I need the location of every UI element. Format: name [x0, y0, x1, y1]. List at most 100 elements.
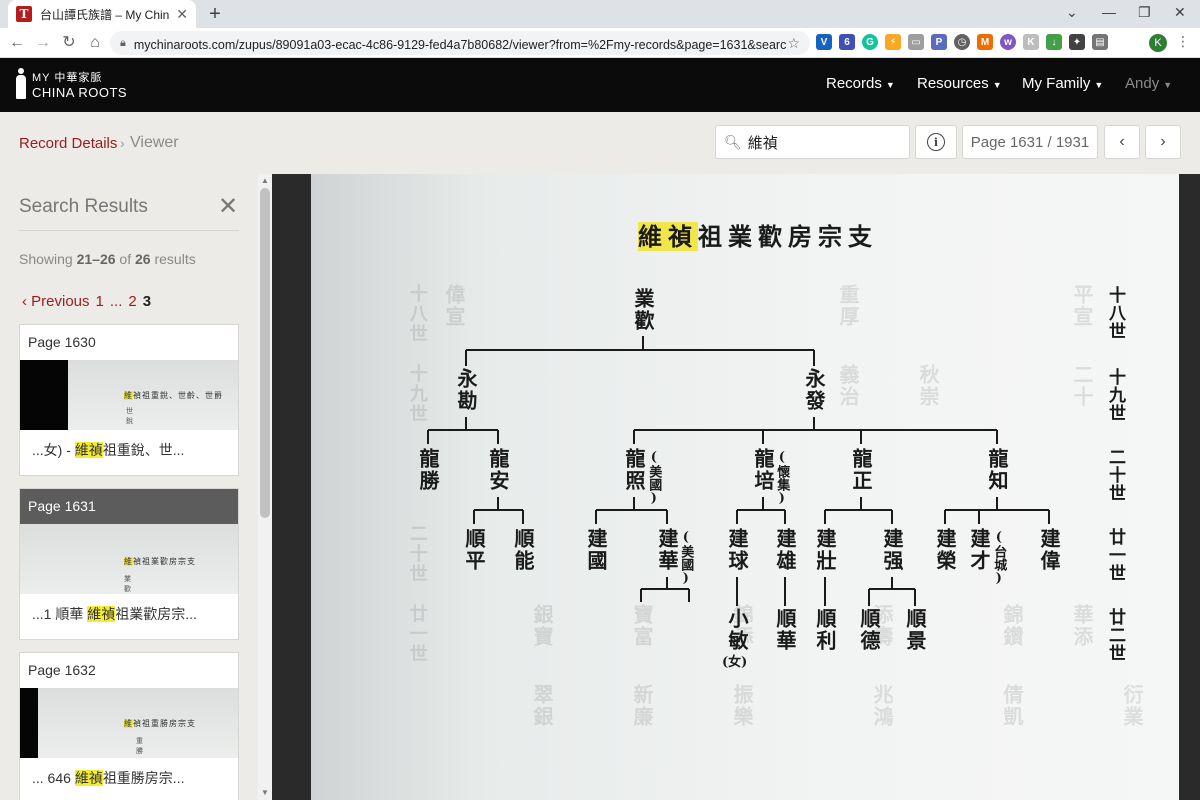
caret-down-icon: ▼ [1163, 80, 1173, 90]
divider [19, 230, 239, 231]
nav-user-menu[interactable]: Andy ▼ [1125, 75, 1172, 92]
bookmark-star-icon[interactable]: ☆ [787, 35, 800, 52]
address-bar[interactable]: 🔒︎ mychinaroots.com/zupus/89091a03-ecac-… [110, 31, 810, 55]
results-pager: ‹ Previous 1 ... 2 3 [22, 293, 151, 310]
scrollbar-thumb[interactable] [260, 188, 270, 518]
extension-badge-icon[interactable]: 6 [839, 34, 855, 50]
pager-current-page: 3 [142, 293, 152, 310]
caret-down-icon: ▼ [992, 80, 1002, 90]
tree-node-gen20: 龍正 [849, 448, 873, 492]
generation-label: 十八世 [1105, 286, 1125, 340]
close-icon[interactable]: ✕ [218, 192, 238, 221]
window-close-icon[interactable]: ✕ [1174, 4, 1186, 21]
pager-ellipsis: ... [109, 293, 123, 310]
extensions-puzzle-icon[interactable]: ✦ [1069, 34, 1085, 50]
new-tab-icon[interactable]: + [204, 3, 226, 26]
cast-icon[interactable]: ▤ [1092, 34, 1108, 50]
result-card-active[interactable]: Page 1631 維禎祖業歡房宗支 業 歡 ...1 順華 維禎祖業歡房宗..… [19, 488, 239, 640]
chevron-right-icon: › [1160, 133, 1166, 150]
sidebar-scrollbar[interactable]: ▲ ▼ [258, 174, 272, 800]
tree-node-gen18: 業歡 [631, 288, 655, 332]
breadcrumb-separator: › [120, 135, 125, 151]
site-logo[interactable]: MY 中華家脈 CHINA ROOTS [14, 68, 127, 100]
tree-node-gen20: 龍勝 [416, 448, 440, 492]
tree-node-note: (美國) [678, 530, 694, 586]
generation-label: 二十世 [1105, 448, 1125, 502]
breadcrumb-record-details[interactable]: Record Details [19, 135, 117, 152]
result-snippet: ... 646 維禎祖重勝房宗... [32, 770, 185, 786]
minimize-icon[interactable]: — [1102, 4, 1116, 20]
extension-p-icon[interactable]: P [931, 34, 947, 50]
tree-node-gen21: 建强 [880, 528, 904, 572]
tree-node-gen21: 順能 [511, 528, 535, 572]
info-button[interactable]: i [915, 125, 957, 159]
next-page-button[interactable]: › [1145, 125, 1181, 159]
tab-search-icon[interactable]: ⌄ [1066, 4, 1078, 21]
chevron-left-icon: ‹ [1119, 133, 1125, 150]
tree-node-gen21: 建雄 [773, 528, 797, 572]
search-results-title: Search Results [19, 196, 148, 217]
result-thumbnail: 維禎祖重勝房宗支 重 勝 [20, 688, 238, 758]
tree-node-gen21: 建壯 [813, 528, 837, 572]
extension-k-icon[interactable]: K [1023, 34, 1039, 50]
pager-previous[interactable]: ‹ Previous [22, 293, 90, 310]
scroll-up-icon: ▲ [261, 176, 269, 185]
restore-icon[interactable]: ❐ [1138, 4, 1151, 21]
document-viewer[interactable]: 十八世 十九世 二十世 廿一世 偉宣 重厚 義治 秋崇 平宣 二十 銀寶 寶富 … [272, 174, 1200, 800]
tree-node-gen21: 順平 [462, 528, 486, 572]
record-search-box[interactable]: 🔍︎ [715, 125, 910, 159]
extension-w-icon[interactable]: w [1000, 34, 1016, 50]
tree-node-gen20: 龍知 [985, 448, 1009, 492]
caret-down-icon: ▼ [885, 80, 895, 90]
grammarly-icon[interactable]: G [862, 34, 878, 50]
tree-node-note: (懷集) [774, 450, 790, 506]
browser-tab[interactable]: T 台山譚氏族譜 – My China Roots ✕ [8, 0, 196, 28]
profile-avatar[interactable]: K [1149, 34, 1167, 52]
tree-node-gen22: 順利 [813, 608, 837, 652]
result-thumbnail: 維禎祖重銳、世齡、世爵 世 銳 [20, 360, 238, 430]
extension-screen-icon[interactable]: ▭ [908, 34, 924, 50]
caret-down-icon: ▼ [1094, 80, 1104, 90]
extension-clock-icon[interactable]: ◷ [954, 34, 970, 50]
page-indicator[interactable]: Page 1631 / 1931 [962, 125, 1098, 159]
search-input[interactable] [747, 133, 898, 151]
search-results-panel: Search Results ✕ Showing 21–26 of 26 res… [0, 174, 258, 800]
tree-node-gen20: 龍培 [751, 448, 775, 492]
tree-node-note: (女) [722, 655, 748, 670]
reload-icon[interactable]: ↻ [58, 32, 80, 54]
metamask-icon[interactable]: M [977, 34, 993, 50]
result-snippet: ...女) - 維禎祖重銳、世... [32, 442, 185, 458]
result-card[interactable]: Page 1632 維禎祖重勝房宗支 重 勝 ... 646 維禎祖重勝房宗..… [19, 652, 239, 800]
tab-close-icon[interactable]: ✕ [176, 6, 188, 23]
extension-bolt-icon[interactable]: ⚡︎ [885, 34, 901, 50]
back-icon[interactable]: ← [6, 32, 28, 54]
tree-node-gen22: 小敏 [725, 608, 749, 652]
family-tree-lines [427, 336, 1050, 606]
generation-label: 十九世 [1105, 368, 1125, 422]
breadcrumb-viewer: Viewer [130, 134, 179, 151]
result-page-label: Page 1632 [28, 662, 96, 678]
nav-resources[interactable]: Resources ▼ [917, 75, 1002, 92]
result-snippet: ...1 順華 維禎祖業歡房宗... [32, 606, 197, 622]
result-page-label: Page 1630 [28, 334, 96, 350]
tree-node-note: (美國) [646, 450, 662, 506]
prev-page-button[interactable]: ‹ [1104, 125, 1140, 159]
info-icon: i [927, 133, 945, 151]
nav-records[interactable]: Records ▼ [826, 75, 895, 92]
pager-page-1[interactable]: 1 [96, 293, 104, 310]
pager-page-2[interactable]: 2 [128, 293, 136, 310]
tree-node-gen22: 順華 [773, 608, 797, 652]
lock-icon: 🔒︎ [120, 36, 126, 49]
nav-my-family[interactable]: My Family ▼ [1022, 75, 1103, 92]
tree-node-gen19: 永發 [802, 368, 826, 412]
generation-label: 廿一世 [1105, 528, 1125, 582]
result-page-label: Page 1631 [20, 489, 238, 524]
home-icon[interactable]: ⌂ [84, 32, 106, 54]
extension-download-icon[interactable]: ↓ [1046, 34, 1062, 50]
extension-v-icon[interactable]: V [816, 34, 832, 50]
browser-menu-icon[interactable]: ⋮ [1176, 33, 1190, 50]
forward-icon[interactable]: → [32, 32, 54, 54]
tree-node-gen21: 建球 [725, 528, 749, 572]
generation-label: 廿二世 [1105, 608, 1125, 662]
result-card[interactable]: Page 1630 維禎祖重銳、世齡、世爵 世 銳 ...女) - 維禎祖重銳、… [19, 324, 239, 476]
